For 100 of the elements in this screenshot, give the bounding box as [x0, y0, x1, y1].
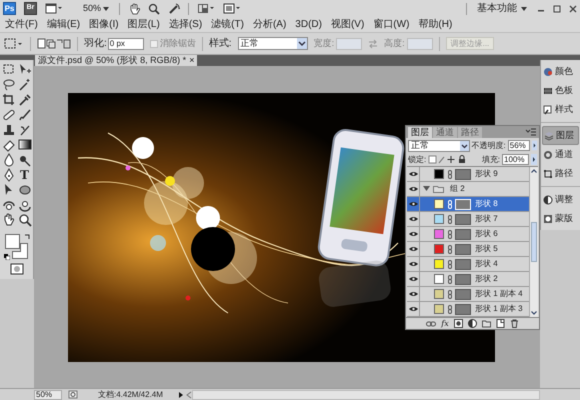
menu-item[interactable]: 分析(A): [252, 20, 286, 30]
eye-icon[interactable]: [408, 216, 418, 222]
dock-panel-button[interactable]: 蒙版: [542, 209, 579, 228]
3d-orbit-icon[interactable]: [18, 198, 32, 212]
eye-icon[interactable]: [408, 246, 418, 252]
maximize-icon[interactable]: [553, 4, 561, 12]
dock-panel-button[interactable]: 路径: [542, 164, 579, 183]
expanded-triangle-icon[interactable]: [423, 186, 430, 192]
feather-input[interactable]: 0 px: [108, 38, 144, 50]
quick-mask-icon[interactable]: [10, 263, 24, 275]
dock-panel-button[interactable]: 颜色: [542, 62, 579, 81]
menu-item[interactable]: 编辑(E): [46, 20, 80, 30]
selection-mode-icons[interactable]: [37, 38, 71, 50]
eye-icon[interactable]: [408, 186, 418, 192]
fill-slider-arrow-icon[interactable]: [531, 154, 537, 165]
layer-row[interactable]: 形状 5: [407, 242, 529, 257]
layer-row[interactable]: 形状 6: [407, 227, 529, 242]
hand-tool-icon[interactable]: [2, 213, 16, 227]
menu-item[interactable]: 选择(S): [168, 20, 202, 30]
style-dropdown[interactable]: 正常: [238, 37, 308, 50]
dock-panel-button[interactable]: 色板: [542, 81, 579, 100]
type-tool[interactable]: T: [18, 168, 32, 182]
vertical-scrollbar[interactable]: [529, 167, 538, 317]
crop-icon[interactable]: [2, 93, 16, 107]
scrollbar-thumb[interactable]: [531, 222, 537, 262]
fill-input[interactable]: 100%: [502, 154, 529, 165]
eye-icon[interactable]: [408, 231, 418, 237]
arrange-documents-icon[interactable]: [197, 3, 216, 14]
menu-item[interactable]: 3D(D): [295, 20, 322, 30]
ellipse-shape-icon[interactable]: [18, 183, 32, 197]
new-layer-icon[interactable]: [496, 319, 505, 328]
zoom-input[interactable]: 50%: [34, 390, 62, 400]
scroll-down-icon[interactable]: [530, 309, 538, 317]
history-brush-icon[interactable]: [18, 123, 32, 137]
menu-item[interactable]: 图像(I): [89, 20, 119, 30]
eye-icon[interactable]: [408, 291, 418, 297]
background-color-swatch[interactable]: [12, 243, 28, 259]
zoom-icon[interactable]: [148, 2, 160, 14]
adjustment-layer-icon[interactable]: [468, 319, 477, 328]
scroll-up-icon[interactable]: [530, 167, 538, 175]
layer-row[interactable]: 形状 7: [407, 212, 529, 227]
close-icon[interactable]: [569, 4, 577, 12]
document-tab[interactable]: 源文件.psd @ 50% (形状 8, RGB/8) * ×: [35, 55, 198, 66]
eye-icon[interactable]: [408, 261, 418, 267]
menu-item[interactable]: 滤镜(T): [211, 20, 244, 30]
menu-item[interactable]: 窗口(W): [373, 20, 410, 30]
layer-row[interactable]: 形状 8: [407, 197, 529, 212]
dock-panel-button[interactable]: 样式: [542, 100, 579, 119]
status-menu-arrow-icon[interactable]: [178, 390, 184, 398]
layer-row[interactable]: 组 2: [407, 182, 529, 197]
zoom-tool-icon[interactable]: [18, 213, 32, 227]
new-group-icon[interactable]: [482, 319, 491, 328]
eraser-icon[interactable]: [2, 138, 16, 152]
dock-panel-button[interactable]: 调整: [542, 190, 579, 209]
add-mask-icon[interactable]: [454, 319, 463, 328]
layer-row[interactable]: 形状 4: [407, 257, 529, 272]
eye-icon[interactable]: [408, 171, 418, 177]
layer-row[interactable]: 形状 1 副本 3: [407, 302, 529, 317]
panel-menu-icon[interactable]: [525, 127, 537, 137]
link-layers-icon[interactable]: [426, 320, 436, 326]
workspace-dropdown[interactable]: 基本功能: [475, 1, 529, 16]
eye-icon[interactable]: [408, 276, 418, 282]
eye-icon[interactable]: [408, 201, 418, 207]
dock-panel-button[interactable]: 通道: [542, 145, 579, 164]
zoom-dropdown[interactable]: 50%: [81, 2, 112, 16]
marquee-preset-icon[interactable]: [4, 38, 24, 50]
brush-icon[interactable]: [18, 108, 32, 122]
default-colors-icon[interactable]: [4, 254, 10, 260]
blend-mode-dropdown[interactable]: 正常: [408, 140, 470, 152]
pen-icon[interactable]: [2, 168, 16, 182]
eyedropper-icon[interactable]: [18, 93, 32, 107]
panel-tab[interactable]: 路径: [458, 127, 482, 138]
opacity-slider-arrow-icon[interactable]: [532, 140, 537, 151]
hand-icon[interactable]: [128, 2, 140, 14]
eye-icon[interactable]: [408, 306, 418, 312]
foreground-color-swatch[interactable]: [4, 234, 20, 249]
opacity-input[interactable]: 56%: [508, 140, 530, 151]
stamp-icon[interactable]: [2, 123, 16, 137]
layout-icon[interactable]: [45, 3, 63, 14]
layer-row[interactable]: 形状 1 副本 4: [407, 287, 529, 302]
tab-close-button[interactable]: ×: [189, 56, 194, 65]
status-options-icon[interactable]: [68, 390, 78, 399]
screen-mode-icon[interactable]: [223, 3, 242, 14]
panel-tab[interactable]: 图层: [408, 127, 432, 138]
magic-wand-icon[interactable]: [18, 78, 32, 92]
drop-icon[interactable]: [2, 153, 16, 167]
layer-row[interactable]: 形状 9: [407, 167, 529, 182]
layer-row[interactable]: 形状 2: [407, 272, 529, 287]
rotate-view-icon[interactable]: [168, 2, 180, 14]
layer-style-button[interactable]: fx: [441, 320, 449, 328]
gradient-icon[interactable]: [18, 138, 32, 152]
dock-panel-button[interactable]: 图层: [542, 126, 579, 145]
dodge-icon[interactable]: [18, 153, 32, 167]
trash-icon[interactable]: [510, 319, 519, 328]
horizontal-scrollbar[interactable]: [192, 390, 540, 400]
lasso-icon[interactable]: [2, 78, 16, 92]
menu-item[interactable]: 视图(V): [330, 20, 364, 30]
menu-item[interactable]: 图层(L): [128, 20, 160, 30]
panel-tab[interactable]: 通道: [433, 127, 457, 138]
menu-item[interactable]: 帮助(H): [418, 20, 452, 30]
